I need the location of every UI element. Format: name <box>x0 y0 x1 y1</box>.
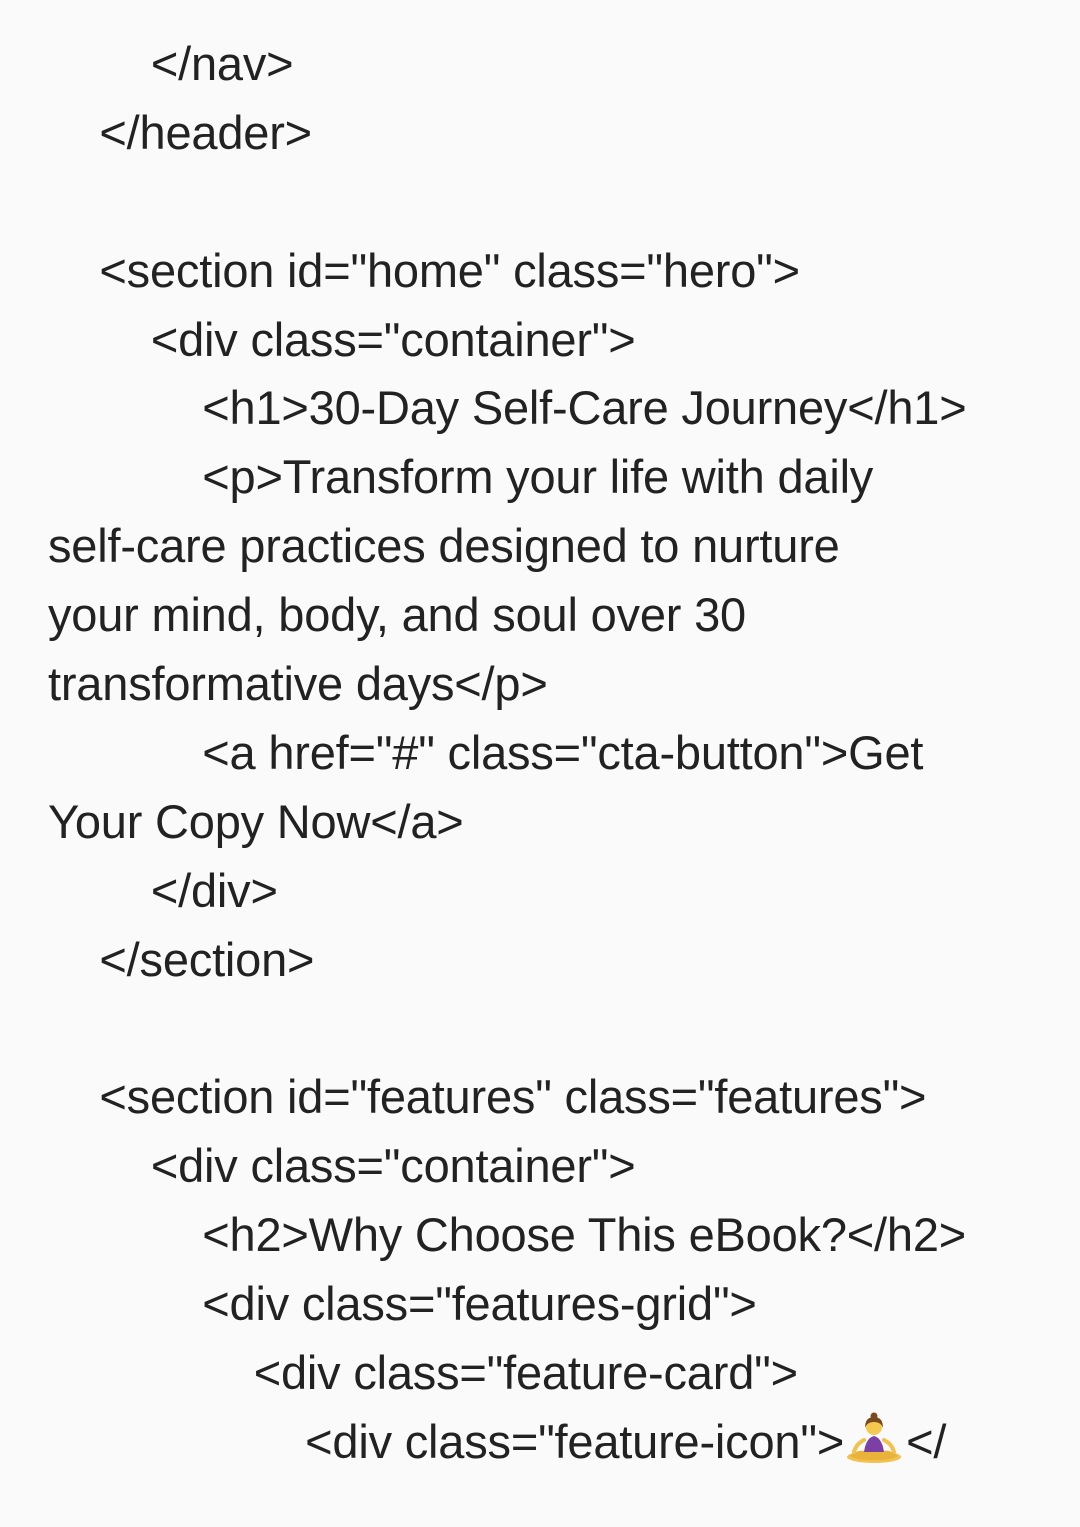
code-line: Your Copy Now</a> <box>48 794 464 848</box>
code-line: <h2>Why Choose This eBook?</h2> <box>48 1208 967 1262</box>
code-line: </nav> <box>48 37 294 90</box>
code-line: transformative days</p> <box>48 657 548 711</box>
person-in-lotus-position-icon <box>844 1412 904 1464</box>
text-viewer[interactable]: </nav> </header> <section id="home" clas… <box>0 0 1080 1527</box>
code-line: </section> <box>48 932 315 986</box>
code-line-suffix: </ <box>906 1414 947 1468</box>
code-line: <p>Transform your life with daily <box>48 450 874 504</box>
code-line: <div class="features-grid"> <box>48 1277 757 1331</box>
code-line: </div> <box>48 863 278 917</box>
code-line: self-care practices designed to nurture <box>48 519 840 573</box>
code-line-last: <div class="feature-icon"> </ <box>48 1408 1048 1477</box>
code-line: <div class="container"> <box>48 1139 636 1193</box>
code-line: <div class="feature-card"> <box>48 1345 798 1399</box>
code-text: </nav> </header> <section id="home" clas… <box>48 30 1048 1477</box>
code-line: <section id="features" class="features"> <box>48 1070 927 1124</box>
code-line: </header> <box>48 105 312 159</box>
code-line: <h1>30-Day Self-Care Journey</h1> <box>48 381 967 435</box>
code-line: <section id="home" class="hero"> <box>48 243 800 297</box>
code-line: <a href="#" class="cta-button">Get <box>48 725 924 779</box>
code-line-prefix: <div class="feature-icon"> <box>48 1414 845 1468</box>
code-line: <div class="container"> <box>48 312 636 366</box>
code-line: your mind, body, and soul over 30 <box>48 588 746 642</box>
